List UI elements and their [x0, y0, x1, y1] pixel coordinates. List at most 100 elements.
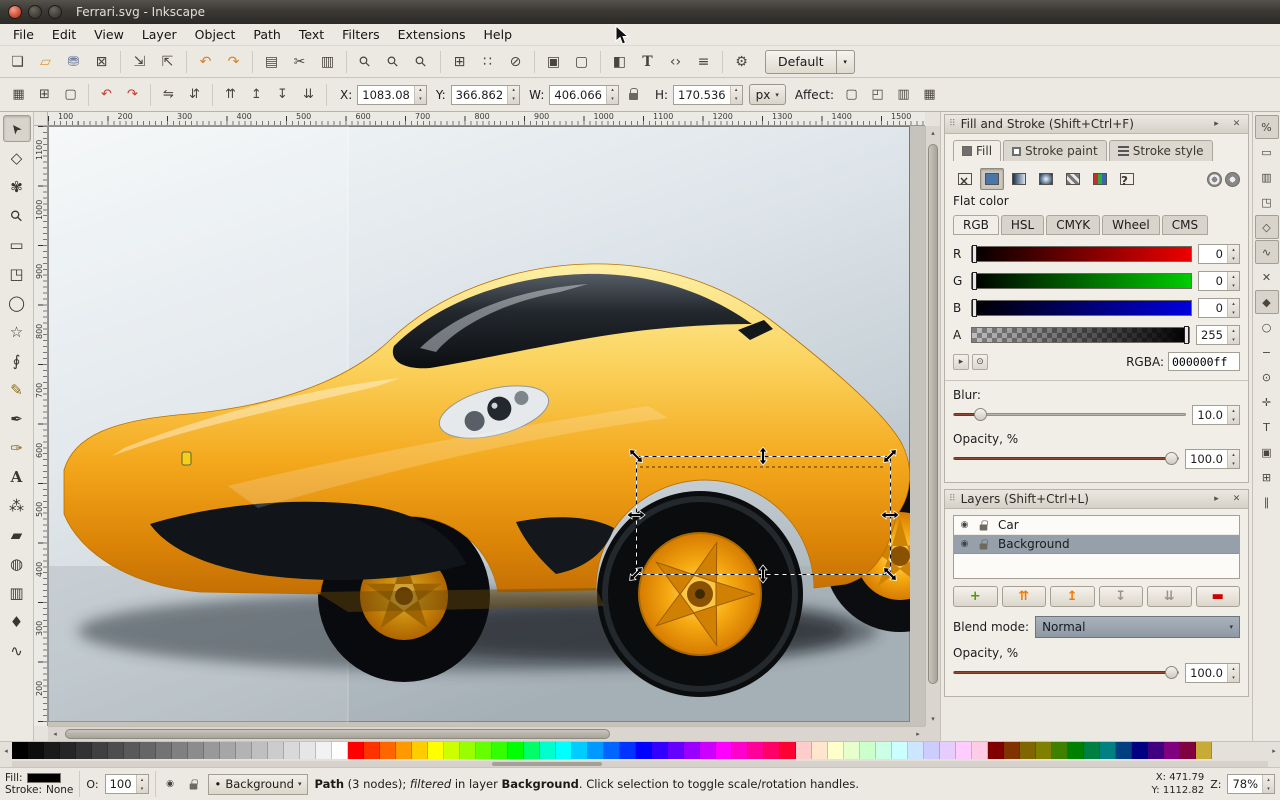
flip-vertical-button[interactable]: ⇵ [182, 82, 207, 107]
palette-swatch[interactable] [332, 742, 348, 759]
menu-view[interactable]: View [85, 24, 133, 45]
color-tab-cmyk[interactable]: CMYK [1046, 215, 1100, 235]
blue-spinner[interactable] [1227, 299, 1239, 317]
menu-edit[interactable]: Edit [43, 24, 85, 45]
scroll-up-button[interactable] [926, 126, 940, 140]
master-opacity-spinner[interactable] [136, 775, 148, 793]
tool-gradient[interactable]: ▥ [3, 579, 31, 606]
menu-object[interactable]: Object [186, 24, 245, 45]
tool-3dbox[interactable]: ◳ [3, 260, 31, 287]
layers-panel-title[interactable]: ⠿ Layers (Shift+Ctrl+L) ▸ ✕ [945, 490, 1248, 509]
height-input[interactable]: 170.536 [673, 85, 743, 105]
menu-text[interactable]: Text [290, 24, 333, 45]
palette-swatch[interactable] [636, 742, 652, 759]
color-picker-button[interactable]: ▸ [953, 354, 969, 370]
unlink-clone-button[interactable]: ⊘ [502, 48, 529, 75]
palette-swatch[interactable] [188, 742, 204, 759]
palette-swatch[interactable] [780, 742, 796, 759]
palette-swatch[interactable] [956, 742, 972, 759]
palette-swatch[interactable] [268, 742, 284, 759]
affect-pattern-button[interactable]: ▦ [917, 82, 942, 107]
tool-eraser[interactable]: ▰ [3, 521, 31, 548]
palette-swatch[interactable] [892, 742, 908, 759]
palette-swatch[interactable] [476, 742, 492, 759]
palette-swatch[interactable] [684, 742, 700, 759]
lock-ratio-button[interactable] [621, 82, 646, 107]
alpha-spinner[interactable] [1227, 326, 1239, 344]
select-all-button[interactable]: ▦ [6, 82, 31, 107]
palette-swatch[interactable] [460, 742, 476, 759]
snap-object-centers-button[interactable]: ⊙ [1255, 365, 1279, 389]
red-spinner[interactable] [1227, 245, 1239, 263]
layer-row-background[interactable]: ◉ Background [954, 535, 1239, 554]
rotate-cw-button[interactable]: ↷ [120, 82, 145, 107]
units-select[interactable]: px ▾ [749, 84, 786, 105]
snap-rotation-center-button[interactable]: ✛ [1255, 390, 1279, 414]
palette-swatch[interactable] [364, 742, 380, 759]
color-tab-wheel[interactable]: Wheel [1102, 215, 1160, 235]
y-spinner[interactable] [507, 86, 519, 104]
tool-pencil[interactable]: ✎ [3, 376, 31, 403]
master-opacity-input[interactable]: 100 [105, 774, 149, 794]
layer-lock-toggle[interactable] [185, 776, 202, 793]
palette-swatch[interactable] [1132, 742, 1148, 759]
snap-bbox-corners-button[interactable]: ◳ [1255, 190, 1279, 214]
opacity-spinner[interactable] [1227, 450, 1239, 468]
palette-swatch[interactable] [972, 742, 988, 759]
menu-layer[interactable]: Layer [133, 24, 186, 45]
color-tab-cms[interactable]: CMS [1162, 215, 1208, 235]
paint-unknown-button[interactable]: ? [1115, 168, 1139, 190]
import-button[interactable]: ⇲ [126, 48, 153, 75]
palette-swatch[interactable] [140, 742, 156, 759]
layer-visibility-toggle[interactable]: ◉ [162, 776, 179, 793]
snap-midpoints-button[interactable]: − [1255, 340, 1279, 364]
palette-swatch[interactable] [924, 742, 940, 759]
blue-input[interactable]: 0 [1198, 298, 1240, 318]
tool-rectangle[interactable]: ▭ [3, 231, 31, 258]
snap-bounding-box-button[interactable]: ▭ [1255, 140, 1279, 164]
green-input[interactable]: 0 [1198, 271, 1240, 291]
palette-swatch[interactable] [876, 742, 892, 759]
tool-calligraphy[interactable]: ✑ [3, 434, 31, 461]
palette-swatch[interactable] [1164, 742, 1180, 759]
fill-stroke-dialog-button[interactable]: ◧ [606, 48, 633, 75]
palette-swatch[interactable] [220, 742, 236, 759]
layer-row-car[interactable]: ◉ Car [954, 516, 1239, 535]
scroll-down-button[interactable] [926, 712, 940, 726]
paint-swatch-button[interactable] [1088, 168, 1112, 190]
new-document-button[interactable]: ❏ [4, 48, 31, 75]
menu-filters[interactable]: Filters [333, 24, 388, 45]
palette-swatch[interactable] [300, 742, 316, 759]
palette-swatch[interactable] [348, 742, 364, 759]
palette-swatch[interactable] [1004, 742, 1020, 759]
paint-radial-gradient-button[interactable] [1034, 168, 1058, 190]
lower-button[interactable]: ↧ [270, 82, 295, 107]
palette-swatch[interactable] [940, 742, 956, 759]
palette-right-arrow[interactable]: ▸ [1268, 742, 1280, 760]
duplicate-button[interactable]: ⊞ [446, 48, 473, 75]
palette-swatch[interactable] [60, 742, 76, 759]
palette-swatch[interactable] [844, 742, 860, 759]
palette-swatch[interactable] [28, 742, 44, 759]
alpha-input[interactable]: 255 [1196, 325, 1240, 345]
layer-lock-toggle[interactable] [975, 536, 992, 553]
green-slider[interactable] [971, 273, 1192, 289]
group-button[interactable]: ▣ [540, 48, 567, 75]
style-select-value[interactable]: Default [765, 50, 837, 74]
blue-slider[interactable] [971, 300, 1192, 316]
palette-swatch[interactable] [508, 742, 524, 759]
fill-rule-evenodd-button[interactable] [1207, 172, 1222, 187]
paint-none-button[interactable]: × [953, 168, 977, 190]
style-select[interactable]: Default ▾ [765, 50, 855, 74]
affect-gradient-button[interactable]: ▥ [891, 82, 916, 107]
palette-swatch[interactable] [284, 742, 300, 759]
create-clone-button[interactable]: ∷ [474, 48, 501, 75]
fill-color-swatch[interactable] [27, 773, 61, 783]
palette-swatch[interactable] [716, 742, 732, 759]
layer-lock-toggle[interactable] [975, 517, 992, 534]
ruler-left[interactable]: 11001000900800700600500400300200 [34, 126, 48, 726]
paint-flat-button[interactable] [980, 168, 1004, 190]
tool-text[interactable]: A [3, 463, 31, 490]
chevron-down-icon[interactable]: ▾ [837, 50, 855, 74]
x-spinner[interactable] [414, 86, 426, 104]
